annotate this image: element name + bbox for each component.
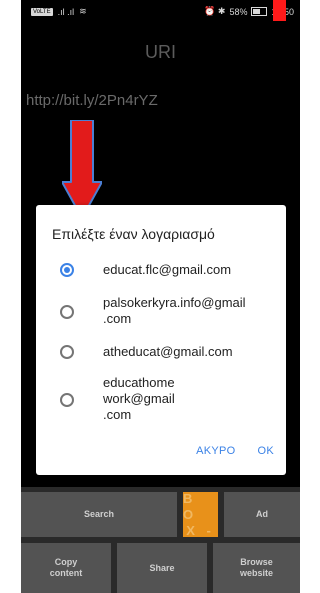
signal-icon: .ıl .ıl [57, 6, 75, 17]
dialog-title: Επιλέξτε έναν λογαριασμό [52, 226, 215, 242]
wifi-icon: ≋ [79, 6, 87, 16]
uri-link[interactable]: http://bit.ly/2Pn4rYZ [26, 92, 158, 109]
account-label: palsokerkyra.info@gmail .com [103, 295, 278, 327]
status-bar: VoLTE .ıl .ıl ≋ ⏰ ✱ 58% 12:50 [21, 0, 300, 22]
account-label-line: work@gmail [103, 391, 175, 406]
browse-website-label: Browse website [240, 557, 273, 579]
account-label: educathome work@gmail .com [103, 375, 278, 423]
ok-button[interactable]: OK [258, 445, 275, 457]
box-logo-bottom: X - [186, 522, 215, 538]
account-label-line: palsokerkyra.info@gmail [103, 295, 246, 310]
volte-icon: VoLTE [31, 7, 53, 16]
account-picker-dialog: Επιλέξτε έναν λογαριασμό educat.flc@gmai… [36, 205, 286, 475]
browse-website-button[interactable]: Browse website [213, 543, 300, 593]
red-corner-mark [273, 0, 286, 21]
account-label: atheducat@gmail.com [103, 344, 233, 359]
alarm-bluetooth-icons: ⏰ ✱ [204, 6, 226, 16]
account-label: educat.flc@gmail.com [103, 262, 232, 277]
ad-button[interactable]: Ad [224, 492, 300, 537]
radio-icon[interactable] [60, 345, 74, 359]
label-line: website [239, 568, 273, 578]
copy-content-label: Copy content [50, 557, 83, 579]
battery-percent: 58% [229, 6, 248, 17]
cancel-button[interactable]: ΑΚΥΡΟ [196, 445, 235, 457]
label-line: Copy [54, 557, 78, 567]
account-label-line: educathome [103, 375, 175, 390]
share-button[interactable]: Share [117, 543, 207, 593]
account-label-line: .com [103, 407, 132, 422]
box-logo-top: B O [183, 490, 198, 522]
label-line: content [49, 568, 83, 578]
battery-icon [251, 7, 268, 16]
label-line: Browse [240, 557, 273, 567]
page-title: URI [145, 42, 176, 62]
box-logo[interactable]: B O X - [183, 490, 218, 538]
dialog-actions: ΑΚΥΡΟ OK [196, 445, 274, 457]
copy-content-button[interactable]: Copy content [21, 543, 111, 593]
search-button[interactable]: Search [21, 492, 177, 537]
status-left: VoLTE .ıl .ıl ≋ [31, 6, 87, 17]
phone-screen: VoLTE .ıl .ıl ≋ ⏰ ✱ 58% 12:50 URI http:/… [21, 0, 300, 593]
radio-selected-icon[interactable] [60, 263, 74, 277]
radio-icon[interactable] [60, 305, 74, 319]
radio-icon[interactable] [60, 393, 74, 407]
account-label-line: .com [103, 311, 132, 326]
